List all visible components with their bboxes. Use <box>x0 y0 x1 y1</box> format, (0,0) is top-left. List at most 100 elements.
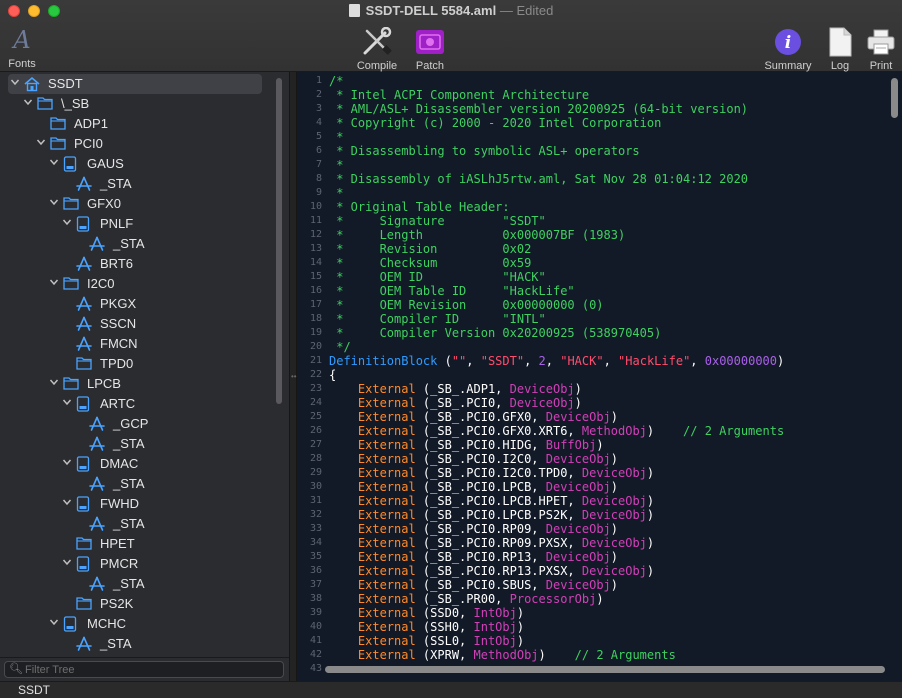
code-text: DefinitionBlock ("", "SSDT", 2, "HACK", … <box>329 354 784 368</box>
tree-node-gaus[interactable]: GAUS <box>0 154 270 174</box>
token-plain: (_SB_.PCI0, <box>415 396 510 410</box>
fonts-button[interactable]: A Fonts <box>4 26 40 70</box>
tree-node-label: BRT6 <box>100 256 133 271</box>
tree-sidebar: SSDT \_SB ADP1 PCI0 GAUS _STA GFX0 PNLF _STA BRT6… <box>0 72 289 657</box>
tree-node-sta[interactable]: _STA <box>0 474 270 494</box>
disclosure-chevron-icon[interactable] <box>62 557 72 569</box>
token-plain: ) <box>516 620 525 634</box>
tree-node-label: ADP1 <box>74 116 108 131</box>
tree-node-hpet[interactable]: HPET <box>0 534 270 554</box>
editor-horizontal-scrollbar[interactable] <box>325 666 885 673</box>
line-number: 15 <box>309 271 322 282</box>
summary-button[interactable]: i Summary <box>760 26 816 72</box>
tree-node-pci0[interactable]: PCI0 <box>0 134 270 154</box>
printer-icon <box>864 26 898 58</box>
tree-node-pmcr[interactable]: PMCR <box>0 554 270 574</box>
disclosure-chevron-icon[interactable] <box>49 377 59 389</box>
token-comment: * Disassembly of iASLhJ5rtw.aml, Sat Nov… <box>329 172 749 186</box>
tree-node-adp1[interactable]: ADP1 <box>0 114 270 134</box>
tree-node-label: PNLF <box>100 216 134 231</box>
compile-button[interactable]: Compile <box>354 26 400 72</box>
filter-tree-input[interactable] <box>25 663 275 677</box>
patch-label: Patch <box>415 60 445 72</box>
tree-node-label: _STA <box>100 636 132 651</box>
split-divider[interactable]: •• <box>289 72 297 681</box>
code-editor[interactable]: 1 /* 2 * Intel ACPI Component Architecture… <box>297 72 902 681</box>
tree-node-sta[interactable]: _STA <box>0 514 270 534</box>
tree-node-pkgx[interactable]: PKGX <box>0 294 270 314</box>
tree-node-lpcb[interactable]: LPCB <box>0 374 270 394</box>
fonts-label: Fonts <box>8 58 36 70</box>
folder-icon <box>37 96 53 112</box>
disclosure-chevron-icon[interactable] <box>49 157 59 169</box>
tree-node-sta[interactable]: _STA <box>0 234 270 254</box>
patch-button[interactable]: Patch <box>410 26 450 72</box>
tree-node-fmcn[interactable]: FMCN <box>0 334 270 354</box>
tree-node-gcp[interactable]: _GCP <box>0 414 270 434</box>
tree-node-label: SSCN <box>100 316 137 331</box>
tree-node-mchc[interactable]: MCHC <box>0 614 270 634</box>
disclosure-chevron-icon[interactable] <box>49 617 59 629</box>
token-obj: DeviceObj <box>581 536 647 550</box>
tree-node-sta[interactable]: _STA <box>0 634 270 654</box>
token-kw: External <box>357 508 416 522</box>
line-number: 17 <box>309 299 322 310</box>
token-kw: External <box>357 620 416 634</box>
tree-node-pnlf[interactable]: PNLF <box>0 214 270 234</box>
tree-node-fwhd[interactable]: FWHD <box>0 494 270 514</box>
folder-icon <box>76 356 92 372</box>
token-plain: (SSD0, <box>415 606 474 620</box>
tree-node-sta[interactable]: _STA <box>0 434 270 454</box>
disclosure-chevron-icon[interactable] <box>62 217 72 229</box>
token-str: "HackLife" <box>618 354 691 368</box>
token-plain: ) <box>646 494 655 508</box>
code-text: External (_SB_.PCI0, DeviceObj) <box>329 396 582 410</box>
summary-label: Summary <box>764 60 812 72</box>
tree-node-tpd0[interactable]: TPD0 <box>0 354 270 374</box>
token-plain: ) <box>596 438 604 452</box>
disclosure-chevron-icon[interactable] <box>62 397 72 409</box>
tree-node-sscn[interactable]: SSCN <box>0 314 270 334</box>
method-icon <box>89 416 105 432</box>
token-plain: ) <box>777 354 785 368</box>
document-icon <box>348 4 360 17</box>
status-bar: SSDT <box>0 681 902 698</box>
code-text: External (_SB_.PCI0.RP09, DeviceObj) <box>329 522 618 536</box>
line-number: 37 <box>309 579 322 590</box>
disclosure-chevron-icon[interactable] <box>49 197 59 209</box>
line-number: 19 <box>309 327 322 338</box>
print-button[interactable]: Print <box>864 26 898 72</box>
tree-node-sta[interactable]: _STA <box>0 574 270 594</box>
tree-node-ssdt[interactable]: SSDT <box>8 74 262 94</box>
editor-vertical-scrollbar[interactable] <box>891 78 898 118</box>
tree-node-dmac[interactable]: DMAC <box>0 454 270 474</box>
disclosure-chevron-icon[interactable] <box>62 497 72 509</box>
method-icon <box>89 576 105 592</box>
line-number: 24 <box>309 397 322 408</box>
line-number: 29 <box>309 467 322 478</box>
disclosure-chevron-icon[interactable] <box>23 97 33 109</box>
disclosure-chevron-icon[interactable] <box>36 137 46 149</box>
disclosure-chevron-icon[interactable] <box>62 457 72 469</box>
tree-node-i2c0[interactable]: I2C0 <box>0 274 270 294</box>
log-button[interactable]: Log <box>824 26 856 72</box>
tree-node-brt6[interactable]: BRT6 <box>0 254 270 274</box>
code-text: External (_SB_.PCI0.GFX0, DeviceObj) <box>329 410 618 424</box>
tree-node-label: LPCB <box>87 376 121 391</box>
token-comment: * Original Table Header: <box>329 200 510 214</box>
tree-node-gfx0[interactable]: GFX0 <box>0 194 270 214</box>
tree-node-sta[interactable]: _STA <box>0 174 270 194</box>
tree-node-artc[interactable]: ARTC <box>0 394 270 414</box>
token-plain: ) <box>646 564 655 578</box>
disclosure-chevron-icon[interactable] <box>49 277 59 289</box>
sidebar-scrollbar-thumb[interactable] <box>276 78 282 404</box>
tree-node-sb[interactable]: \_SB <box>0 94 270 114</box>
tree-node-ps2k[interactable]: PS2K <box>0 594 270 614</box>
device-icon <box>76 496 92 512</box>
disclosure-chevron-icon[interactable] <box>10 77 20 89</box>
